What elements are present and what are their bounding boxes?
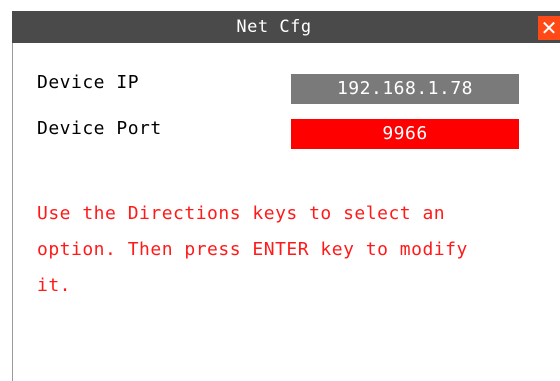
instruction-line-1: Use the Directions keys to select an [37, 203, 446, 224]
device-port-field[interactable]: 9966 [291, 119, 519, 149]
instruction-line-2: option. Then press ENTER key to modify [37, 239, 468, 260]
title-bar: Net Cfg ✕ [12, 11, 560, 43]
net-cfg-dialog: Net Cfg ✕ Device IP 192.168.1.78 Device … [0, 0, 560, 381]
device-ip-label: Device IP [37, 72, 140, 93]
close-icon: ✕ [540, 16, 558, 40]
close-button[interactable]: ✕ [538, 16, 560, 40]
instruction-text: Use the Directions keys to select an opt… [37, 196, 537, 304]
dialog-title: Net Cfg [236, 17, 312, 37]
device-ip-field[interactable]: 192.168.1.78 [291, 74, 519, 104]
instruction-line-3: it. [37, 275, 72, 296]
device-port-label: Device Port [37, 118, 162, 139]
window-border [12, 43, 13, 381]
